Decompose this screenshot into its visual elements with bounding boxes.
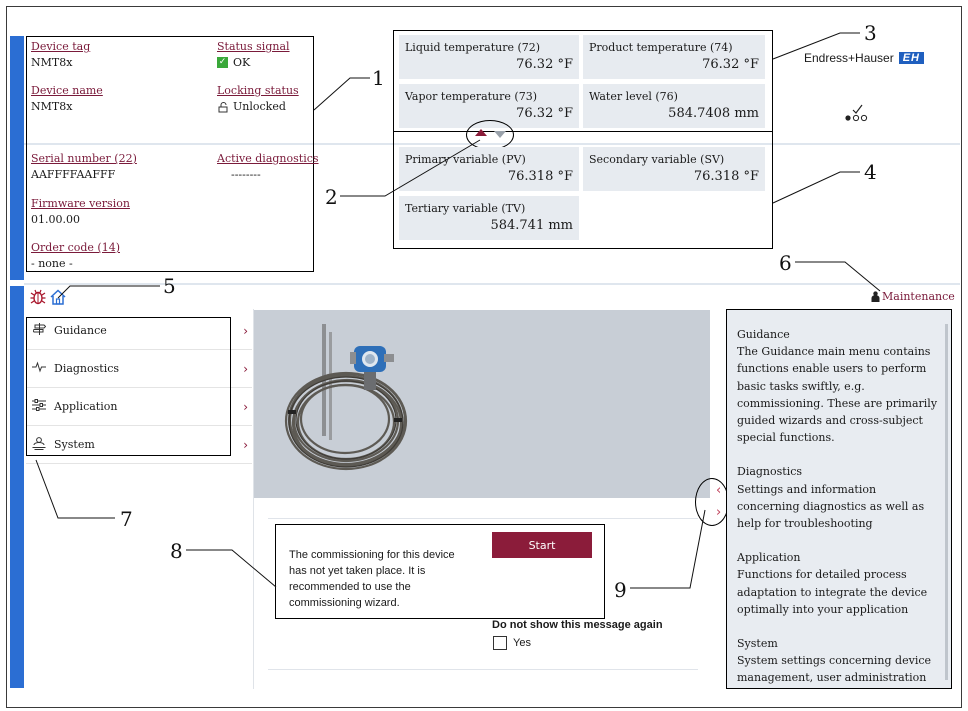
serial-number-value: AAFFFFAAFFF bbox=[31, 168, 116, 181]
tile-value: 584.741 mm bbox=[490, 218, 573, 233]
body-accent-bar bbox=[10, 286, 24, 688]
tile-label: Water level (76) bbox=[589, 90, 678, 103]
locking-status-label[interactable]: Locking status bbox=[217, 84, 299, 97]
user-role-label: Maintenance bbox=[882, 290, 955, 303]
order-code-label[interactable]: Order code (14) bbox=[31, 241, 120, 254]
bug-icon[interactable] bbox=[29, 288, 47, 306]
serial-number-label[interactable]: Serial number (22) bbox=[31, 152, 137, 165]
callout-1: 1 bbox=[372, 66, 385, 90]
tile-product-temperature: Product temperature (74) 76.32 °F bbox=[583, 35, 765, 79]
help-scrollbar[interactable] bbox=[945, 324, 948, 680]
brand-mark: EH bbox=[898, 52, 924, 64]
tile-liquid-temperature: Liquid temperature (72) 76.32 °F bbox=[399, 35, 579, 79]
device-tag-value: NMT8x bbox=[31, 56, 73, 69]
unlock-icon bbox=[218, 101, 228, 112]
callout-4: 4 bbox=[864, 160, 877, 184]
tile-value: 76.318 °F bbox=[693, 169, 759, 184]
header-accent-bar bbox=[10, 36, 24, 280]
tile-value: 76.318 °F bbox=[507, 169, 573, 184]
status-signal-value: OK bbox=[233, 56, 251, 69]
tile-label: Secondary variable (SV) bbox=[589, 153, 725, 166]
help-title-system: System bbox=[737, 637, 778, 651]
callout-8: 8 bbox=[170, 539, 183, 563]
serial-number: Serial number (22) AAFFFFAAFFF bbox=[31, 152, 137, 181]
help-text-guidance: The Guidance main menu contains function… bbox=[737, 345, 938, 445]
help-title-application: Application bbox=[737, 551, 801, 565]
locking-status-value: Unlocked bbox=[233, 100, 286, 113]
chevron-right-icon: › bbox=[243, 324, 248, 338]
callout-5: 5 bbox=[163, 274, 176, 298]
device-tag-label[interactable]: Device tag bbox=[31, 40, 90, 53]
tile-label: Primary variable (PV) bbox=[405, 153, 526, 166]
tile-label: Product temperature (74) bbox=[589, 41, 733, 54]
pager-highlight-ellipse bbox=[466, 120, 514, 150]
status-signal: Status signal ✓ OK bbox=[217, 40, 290, 69]
menu-highlight-box bbox=[26, 317, 231, 456]
dont-show-label: Do not show this message again bbox=[492, 619, 663, 631]
order-code: Order code (14) - none - bbox=[31, 241, 120, 270]
firmware-version-label[interactable]: Firmware version bbox=[31, 197, 130, 210]
active-diagnostics-label[interactable]: Active diagnostics bbox=[217, 152, 319, 165]
level-gauge-image bbox=[284, 324, 408, 471]
brand-name: Endress+Hauser bbox=[804, 51, 894, 65]
tile-value: 584.7408 mm bbox=[668, 106, 759, 121]
active-diagnostics: Active diagnostics -------- bbox=[217, 152, 319, 181]
callout-9: 9 bbox=[614, 578, 627, 602]
callout-2: 2 bbox=[325, 185, 338, 209]
ok-check-icon: ✓ bbox=[217, 57, 228, 68]
device-name-label[interactable]: Device name bbox=[31, 84, 103, 97]
help-text-system: System settings concerning device manage… bbox=[737, 654, 932, 685]
tile-primary-variable: Primary variable (PV) 76.318 °F bbox=[399, 147, 579, 191]
callout-3: 3 bbox=[864, 21, 877, 45]
device-image bbox=[254, 310, 710, 498]
tile-secondary-variable: Secondary variable (SV) 76.318 °F bbox=[583, 147, 765, 191]
tile-label: Vapor temperature (73) bbox=[405, 90, 537, 103]
order-code-value: - none - bbox=[31, 257, 73, 270]
help-text-application: Functions for detailed process adaptatio… bbox=[737, 568, 928, 616]
commissioning-top-rule bbox=[268, 518, 698, 519]
help-title-guidance: Guidance bbox=[737, 328, 790, 341]
commissioning-bottom-rule bbox=[268, 669, 698, 670]
status-signal-label[interactable]: Status signal bbox=[217, 40, 290, 53]
brand-logo: Endress+Hauser EH bbox=[804, 51, 924, 65]
tile-water-level: Water level (76) 584.7408 mm bbox=[583, 84, 765, 128]
help-title-diagnostics: Diagnostics bbox=[737, 465, 803, 479]
tile-value: 76.32 °F bbox=[702, 57, 759, 72]
tile-label: Liquid temperature (72) bbox=[405, 41, 541, 54]
chevron-right-icon: › bbox=[243, 438, 248, 452]
panel-toggle-highlight bbox=[695, 478, 729, 526]
firmware-version-value: 01.00.00 bbox=[31, 213, 80, 226]
help-panel: Guidance The Guidance main menu contains … bbox=[726, 309, 952, 689]
commissioning-message: The commissioning for this device has no… bbox=[289, 549, 455, 609]
tile-value: 76.32 °F bbox=[516, 57, 573, 72]
tile-value: 76.32 °F bbox=[516, 106, 573, 121]
dont-show-checkbox[interactable] bbox=[493, 636, 507, 650]
help-text-diagnostics: Settings and information concerning diag… bbox=[737, 482, 925, 531]
callout-6: 6 bbox=[779, 251, 792, 275]
chevron-right-icon: › bbox=[243, 400, 248, 414]
device-name-value: NMT8x bbox=[31, 100, 73, 113]
chevron-right-icon: › bbox=[243, 362, 248, 376]
user-role[interactable]: Maintenance bbox=[871, 290, 955, 303]
start-button[interactable]: Start bbox=[492, 532, 592, 558]
device-status-icon bbox=[845, 104, 868, 122]
locking-status: Locking status Unlocked bbox=[217, 84, 299, 113]
device-tag: Device tag NMT8x bbox=[31, 40, 90, 69]
home-icon[interactable] bbox=[49, 288, 67, 306]
tile-label: Tertiary variable (TV) bbox=[405, 202, 526, 215]
firmware-version: Firmware version 01.00.00 bbox=[31, 197, 130, 226]
checkbox-yes-label: Yes bbox=[513, 637, 531, 649]
user-icon bbox=[871, 291, 880, 302]
device-name: Device name NMT8x bbox=[31, 84, 103, 113]
measurement-box-divider bbox=[394, 131, 772, 132]
tile-tertiary-variable: Tertiary variable (TV) 584.741 mm bbox=[399, 196, 579, 240]
active-diagnostics-value: -------- bbox=[231, 168, 261, 181]
callout-7: 7 bbox=[120, 507, 133, 531]
